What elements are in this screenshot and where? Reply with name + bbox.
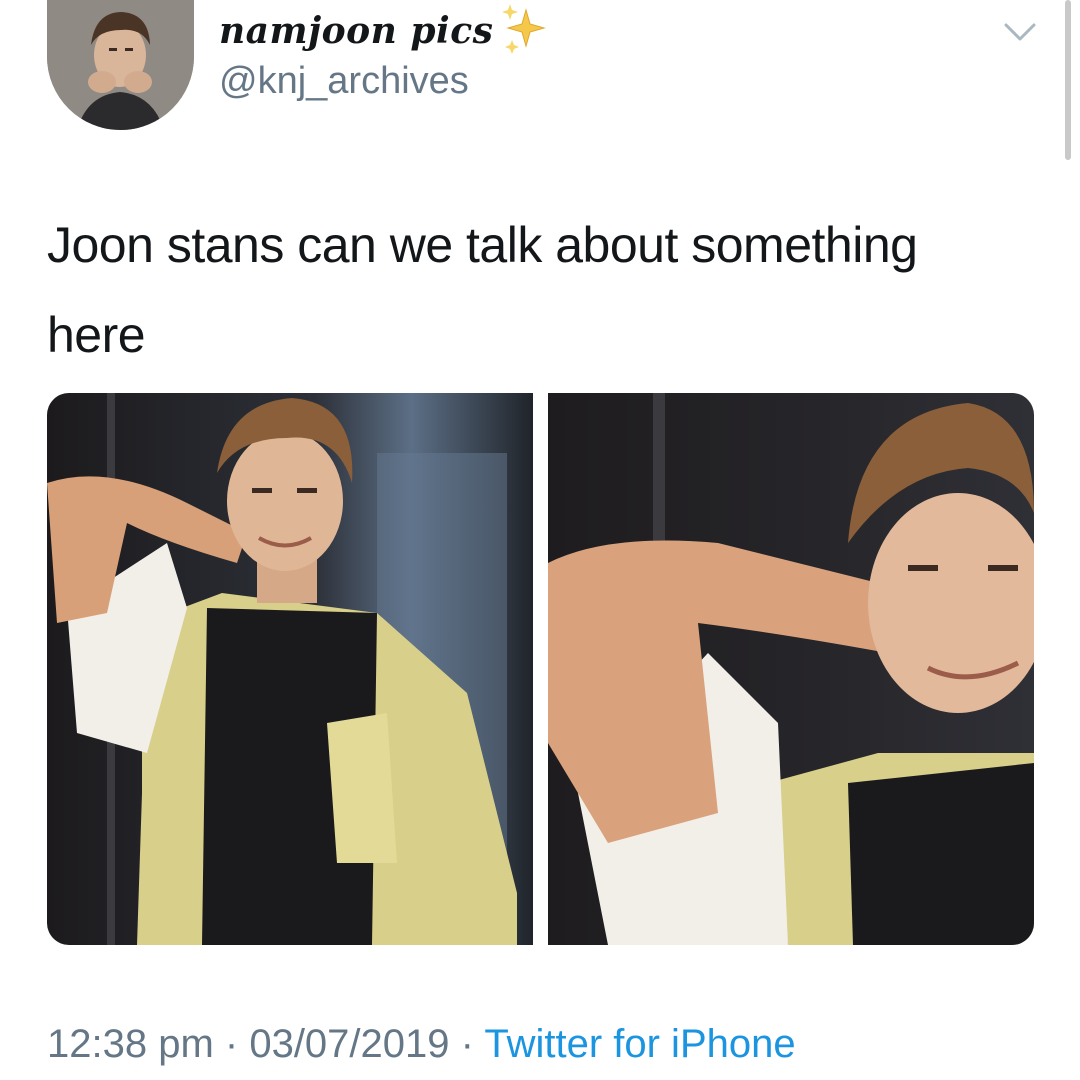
tweet-source-link[interactable]: Twitter for iPhone xyxy=(484,1022,795,1066)
scrollbar[interactable] xyxy=(1065,0,1071,160)
chevron-down-icon[interactable] xyxy=(1002,20,1038,44)
tweet-photo-2[interactable] xyxy=(548,393,1034,945)
author-handle[interactable]: @knj_archives xyxy=(219,60,469,103)
meta-separator: · xyxy=(449,1022,485,1066)
tweet-photo-1[interactable] xyxy=(47,393,533,945)
tweet-meta: 12:38 pm · 03/07/2019 · Twitter for iPho… xyxy=(47,1022,796,1067)
meta-separator: · xyxy=(213,1022,250,1066)
tweet-time[interactable]: 12:38 pm xyxy=(47,1022,214,1066)
tweet-date[interactable]: 03/07/2019 xyxy=(249,1022,449,1066)
tweet-text: Joon stans can we talk about something h… xyxy=(47,217,918,363)
sparkles-icon xyxy=(502,4,546,54)
author-display-name[interactable]: namjoon pics xyxy=(219,10,493,52)
tweet-media-grid xyxy=(47,393,1034,945)
author-avatar[interactable] xyxy=(47,0,194,130)
